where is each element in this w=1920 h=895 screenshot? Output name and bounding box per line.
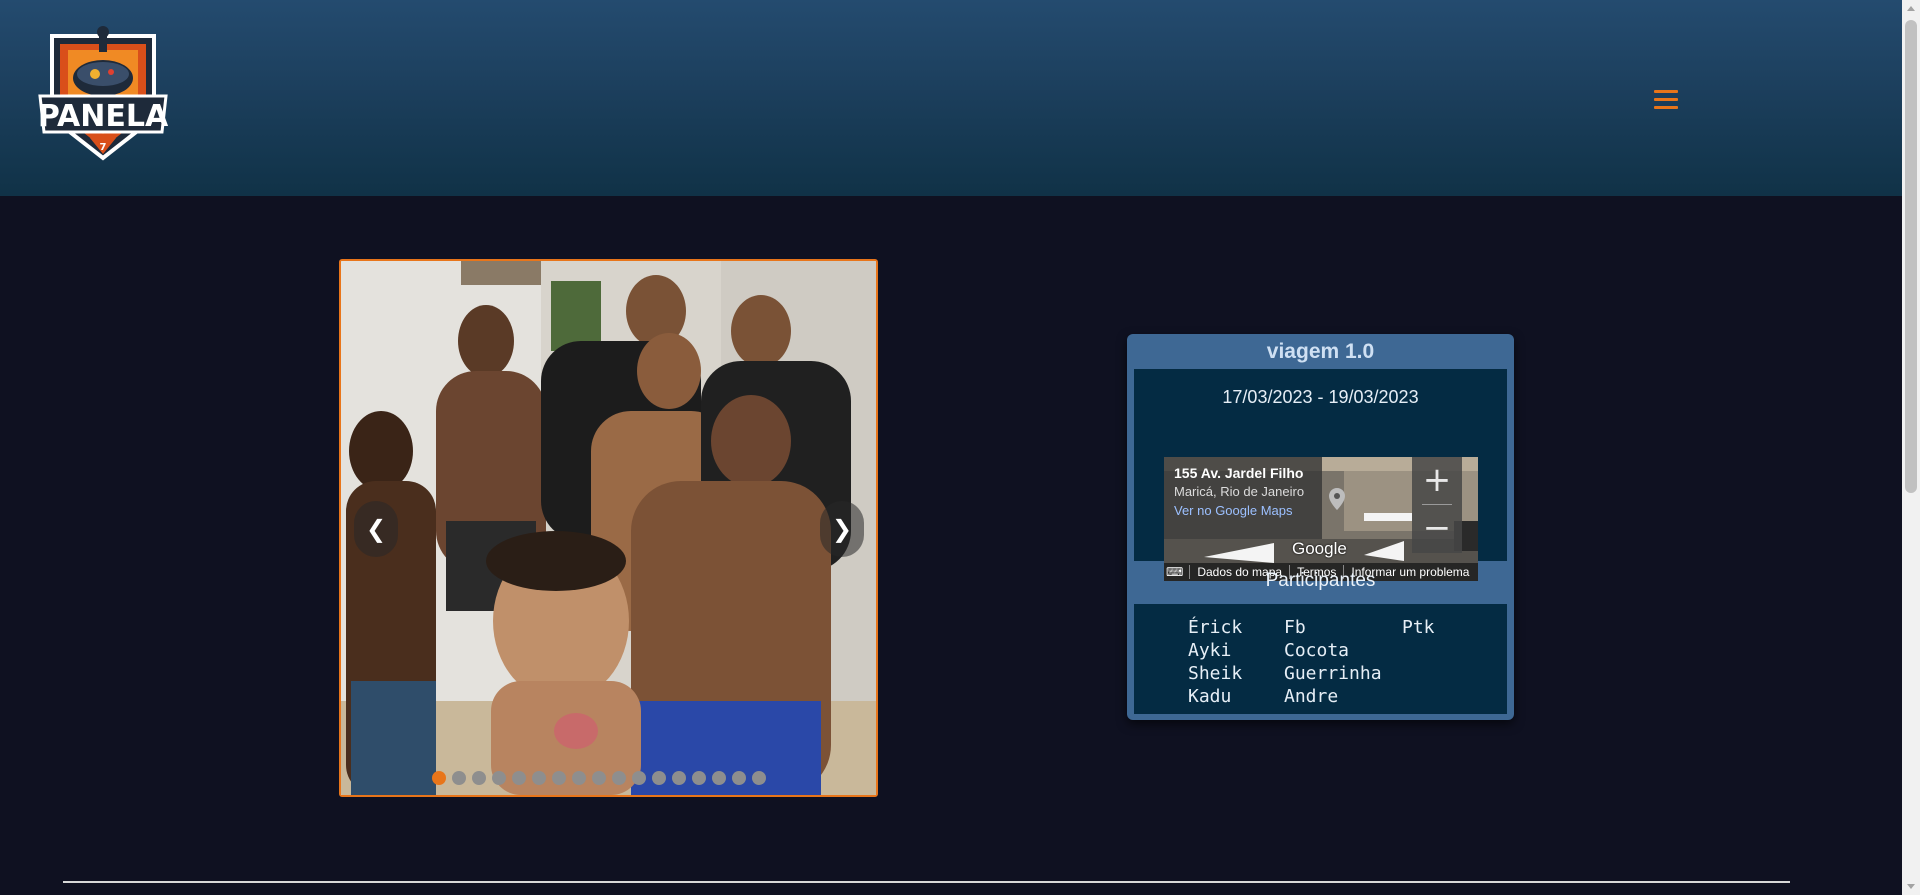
carousel-dot[interactable] bbox=[612, 771, 626, 785]
participant-name: Kadu bbox=[1188, 686, 1232, 707]
carousel-indicators bbox=[432, 771, 766, 785]
carousel-prev-button[interactable]: ❮ bbox=[354, 501, 398, 557]
participant-name: Cocota bbox=[1284, 640, 1350, 661]
site-header: PANELA 7 bbox=[0, 0, 1902, 196]
carousel-next-button[interactable]: ❯ bbox=[820, 501, 864, 557]
trip-info-panel: 17/03/2023 - 19/03/2023 155 Av. Jardel F… bbox=[1134, 369, 1507, 581]
embedded-map[interactable]: 155 Av. Jardel Filho Maricá, Rio de Jane… bbox=[1164, 457, 1478, 581]
carousel-dot[interactable] bbox=[572, 771, 586, 785]
map-view-link[interactable]: Ver no Google Maps bbox=[1174, 502, 1312, 520]
trip-dates: 17/03/2023 - 19/03/2023 bbox=[1222, 387, 1419, 407]
carousel-dot[interactable] bbox=[512, 771, 526, 785]
google-logo: Google bbox=[1292, 539, 1347, 558]
map-zoom-out-button[interactable]: − bbox=[1412, 505, 1462, 553]
participant-name: Guerrinha bbox=[1284, 663, 1382, 684]
carousel-dot[interactable] bbox=[492, 771, 506, 785]
svg-text:7: 7 bbox=[100, 142, 107, 153]
participant-name: Fb bbox=[1284, 617, 1306, 638]
map-pin-icon[interactable] bbox=[1328, 487, 1346, 511]
carousel-dot[interactable] bbox=[752, 771, 766, 785]
group-photo bbox=[341, 261, 876, 795]
participants-list: Érick Ayki Sheik Kadu Fb Cocota Guerrinh… bbox=[1188, 616, 1435, 708]
scroll-up-arrow-icon[interactable] bbox=[1902, 0, 1920, 16]
page-scrollbar[interactable] bbox=[1902, 0, 1920, 895]
map-city: Maricá, Rio de Janeiro bbox=[1174, 484, 1305, 499]
participants-panel: Érick Ayki Sheik Kadu Fb Cocota Guerrinh… bbox=[1134, 604, 1507, 714]
map-zoom-in-button[interactable]: + bbox=[1412, 457, 1462, 505]
trip-card: viagem 1.0 17/03/2023 - 19/03/2023 155 A… bbox=[1127, 334, 1514, 720]
carousel-dot[interactable] bbox=[732, 771, 746, 785]
participants-heading: Participantes bbox=[1265, 570, 1376, 591]
participant-name: Ayki bbox=[1188, 640, 1232, 661]
carousel-dot[interactable] bbox=[552, 771, 566, 785]
participant-name: Andre bbox=[1284, 686, 1339, 707]
hamburger-menu-icon[interactable] bbox=[1654, 90, 1680, 112]
carousel-dot[interactable] bbox=[592, 771, 606, 785]
carousel-dot[interactable] bbox=[672, 771, 686, 785]
panela-logo[interactable]: PANELA 7 bbox=[38, 26, 168, 166]
photo-carousel: ❮ ❯ bbox=[339, 259, 878, 797]
carousel-dot[interactable] bbox=[452, 771, 466, 785]
map-address: 155 Av. Jardel Filho bbox=[1174, 465, 1304, 481]
scrollbar-thumb[interactable] bbox=[1905, 20, 1917, 493]
trip-title: viagem 1.0 bbox=[1266, 340, 1375, 363]
scroll-down-arrow-icon[interactable] bbox=[1902, 879, 1920, 895]
map-zoom-controls: + − bbox=[1412, 457, 1462, 553]
participant-name: Ptk bbox=[1402, 617, 1435, 638]
carousel-dot[interactable] bbox=[432, 771, 446, 785]
participant-name: Érick bbox=[1188, 617, 1243, 638]
participants-column-2: Fb Cocota Guerrinha Andre bbox=[1284, 616, 1402, 708]
carousel-dot[interactable] bbox=[652, 771, 666, 785]
footer-divider bbox=[63, 881, 1790, 883]
participant-name: Sheik bbox=[1188, 663, 1243, 684]
participants-column-1: Érick Ayki Sheik Kadu bbox=[1188, 616, 1284, 708]
carousel-dot[interactable] bbox=[692, 771, 706, 785]
logo-text: PANELA bbox=[38, 99, 168, 134]
carousel-dot[interactable] bbox=[532, 771, 546, 785]
carousel-dot[interactable] bbox=[712, 771, 726, 785]
carousel-dot[interactable] bbox=[632, 771, 646, 785]
map-info-box: 155 Av. Jardel Filho Maricá, Rio de Jane… bbox=[1164, 457, 1322, 539]
participants-column-3: Ptk bbox=[1402, 616, 1435, 708]
carousel-dot[interactable] bbox=[472, 771, 486, 785]
